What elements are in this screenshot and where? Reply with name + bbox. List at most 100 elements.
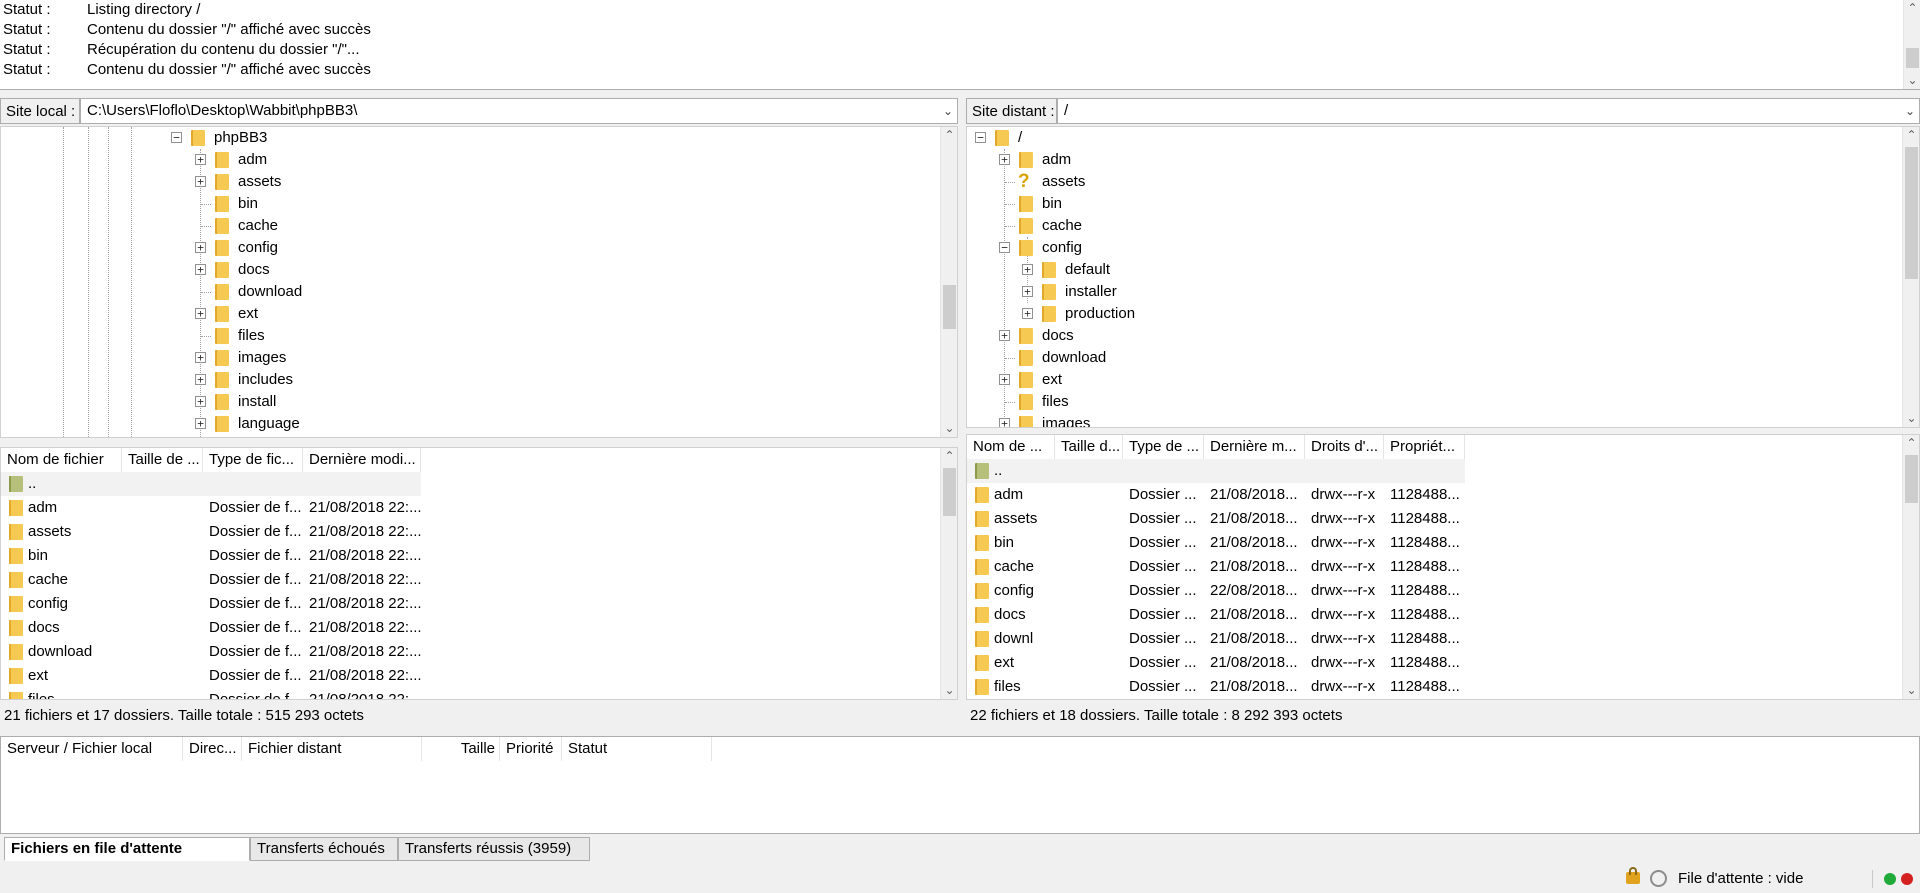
column-header[interactable]: Propriét... xyxy=(1384,435,1465,459)
list-item[interactable]: cache Dossier ... 21/08/2018... drwx---r-x 1… xyxy=(967,555,1465,579)
remote-path-input[interactable]: / ⌄ xyxy=(1057,98,1920,124)
tree-node-cache[interactable]: cache xyxy=(967,215,1867,237)
scroll-up-arrow-icon[interactable]: ⌃ xyxy=(1904,0,1920,17)
column-header[interactable]: Taille xyxy=(422,737,500,761)
expand-icon[interactable]: + xyxy=(999,330,1010,341)
list-item[interactable]: docs Dossier ... 21/08/2018... drwx---r-x 11… xyxy=(967,603,1465,627)
tree-node-installer[interactable]: + installer xyxy=(967,281,1867,303)
tree-node-bin[interactable]: bin xyxy=(967,193,1867,215)
list-item[interactable]: bin Dossier ... 21/08/2018... drwx---r-x 112… xyxy=(967,531,1465,555)
chevron-down-icon[interactable]: ⌄ xyxy=(1905,99,1915,123)
queue-tab-2[interactable]: Transferts échoués xyxy=(250,837,398,861)
list-item[interactable]: docs Dossier de f... 21/08/2018 22:... xyxy=(1,616,421,640)
column-header[interactable]: Droits d'... xyxy=(1305,435,1384,459)
column-header[interactable]: Nom de fichier xyxy=(1,448,122,472)
tree-node-root[interactable]: − / xyxy=(967,127,1867,149)
tree-node-assets[interactable]: ? assets xyxy=(967,171,1867,193)
tree-node-ext[interactable]: + ext xyxy=(1,303,901,325)
remote-tree-scrollbar[interactable]: ⌃ ⌄ xyxy=(1902,127,1919,427)
tree-node-production[interactable]: + production xyxy=(967,303,1867,325)
local-path-input[interactable]: C:\Users\Floflo\Desktop\Wabbit\phpBB3\ ⌄ xyxy=(80,98,958,124)
expand-icon[interactable]: + xyxy=(195,374,206,385)
scroll-down-arrow-icon[interactable]: ⌄ xyxy=(1903,682,1919,699)
list-item[interactable]: .. xyxy=(1,472,421,496)
transfer-queue[interactable]: Serveur / Fichier local Direc... Fichier d… xyxy=(0,736,1920,834)
list-item[interactable]: config Dossier ... 22/08/2018... drwx---r-x… xyxy=(967,579,1465,603)
local-directory-tree[interactable]: ⌃ ⌄ − phpBB3 + adm + assets bin cache + config + do… xyxy=(0,126,958,438)
local-file-list[interactable]: Nom de fichier Taille de ... Type de fic..… xyxy=(0,447,958,700)
column-header[interactable]: Serveur / Fichier local xyxy=(1,737,183,761)
scroll-up-arrow-icon[interactable]: ⌃ xyxy=(1903,435,1919,452)
scroll-thumb[interactable] xyxy=(943,285,956,329)
list-item[interactable]: adm Dossier de f... 21/08/2018 22:... xyxy=(1,496,421,520)
expand-icon[interactable]: + xyxy=(195,264,206,275)
scroll-thumb[interactable] xyxy=(1906,48,1919,68)
tree-node-config[interactable]: + config xyxy=(1,237,901,259)
queue-tab-1[interactable]: Fichiers en file d'attente xyxy=(4,837,250,861)
collapse-icon[interactable]: − xyxy=(975,132,986,143)
scroll-thumb[interactable] xyxy=(1905,147,1918,279)
scroll-up-arrow-icon[interactable]: ⌃ xyxy=(1903,127,1919,144)
column-header[interactable]: Fichier distant xyxy=(242,737,422,761)
chevron-down-icon[interactable]: ⌄ xyxy=(943,99,953,123)
tree-node-docs[interactable]: + docs xyxy=(1,259,901,281)
list-item[interactable]: ext Dossier de f... 21/08/2018 22:... xyxy=(1,664,421,688)
tree-node-ext[interactable]: + ext xyxy=(967,369,1867,391)
tree-node-cache[interactable]: cache xyxy=(1,215,901,237)
list-item[interactable]: .. xyxy=(967,459,1465,483)
scroll-thumb[interactable] xyxy=(1905,455,1918,503)
list-item[interactable]: assets Dossier ... 21/08/2018... drwx---r-x… xyxy=(967,507,1465,531)
list-item[interactable]: ext Dossier ... 21/08/2018... drwx---r-x 112… xyxy=(967,651,1465,675)
column-header[interactable]: Statut xyxy=(562,737,712,761)
expand-icon[interactable]: + xyxy=(999,418,1010,427)
local-list-scrollbar[interactable]: ⌃ ⌄ xyxy=(940,448,957,699)
expand-icon[interactable]: + xyxy=(1022,264,1033,275)
column-header[interactable]: Taille de ... xyxy=(122,448,203,472)
tree-node-files[interactable]: files xyxy=(1,325,901,347)
collapse-icon[interactable]: − xyxy=(999,242,1010,253)
scroll-up-arrow-icon[interactable]: ⌃ xyxy=(941,448,957,465)
column-header[interactable]: Type de fic... xyxy=(203,448,303,472)
list-item[interactable]: files Dossier de f... 21/08/2018 22:... xyxy=(1,688,421,699)
remote-file-list[interactable]: Nom de ... Taille d... Type de ... Dernière… xyxy=(966,434,1920,700)
tree-node-assets[interactable]: + assets xyxy=(1,171,901,193)
expand-icon[interactable]: + xyxy=(195,396,206,407)
list-item[interactable]: downl Dossier ... 21/08/2018... drwx---r-x 1… xyxy=(967,627,1465,651)
column-header[interactable]: Dernière m... xyxy=(1204,435,1305,459)
tree-node-download[interactable]: download xyxy=(1,281,901,303)
expand-icon[interactable]: + xyxy=(1022,308,1033,319)
column-header[interactable]: Priorité xyxy=(500,737,562,761)
tree-node-includes[interactable]: + includes xyxy=(1,369,901,391)
list-item[interactable]: assets Dossier de f... 21/08/2018 22:... xyxy=(1,520,421,544)
expand-icon[interactable]: + xyxy=(195,154,206,165)
tree-node-adm[interactable]: + adm xyxy=(1,149,901,171)
expand-icon[interactable]: + xyxy=(195,176,206,187)
list-item[interactable]: config Dossier de f... 21/08/2018 22:... xyxy=(1,592,421,616)
column-header[interactable]: Dernière modi... xyxy=(303,448,421,472)
expand-icon[interactable]: + xyxy=(195,418,206,429)
expand-icon[interactable]: + xyxy=(195,352,206,363)
scroll-down-arrow-icon[interactable]: ⌄ xyxy=(1904,72,1920,89)
list-item[interactable]: adm Dossier ... 21/08/2018... drwx---r-x 112… xyxy=(967,483,1465,507)
tree-node-adm[interactable]: + adm xyxy=(967,149,1867,171)
column-header[interactable]: Taille d... xyxy=(1055,435,1123,459)
list-item[interactable]: download Dossier de f... 21/08/2018 22:... xyxy=(1,640,421,664)
scroll-down-arrow-icon[interactable]: ⌄ xyxy=(1903,410,1919,427)
tree-node-docs[interactable]: + docs xyxy=(967,325,1867,347)
tree-node-download[interactable]: download xyxy=(967,347,1867,369)
tree-node-bin[interactable]: bin xyxy=(1,193,901,215)
remote-list-scrollbar[interactable]: ⌃ ⌄ xyxy=(1902,435,1919,699)
list-item[interactable]: cache Dossier de f... 21/08/2018 22:... xyxy=(1,568,421,592)
queue-tab-3[interactable]: Transferts réussis (3959) xyxy=(398,837,590,861)
tree-node-files[interactable]: files xyxy=(967,391,1867,413)
column-header[interactable]: Type de ... xyxy=(1123,435,1204,459)
expand-icon[interactable]: + xyxy=(195,242,206,253)
speed-limit-icon[interactable] xyxy=(1650,870,1667,887)
expand-icon[interactable]: + xyxy=(195,308,206,319)
scroll-up-arrow-icon[interactable]: ⌃ xyxy=(941,127,957,144)
scroll-thumb[interactable] xyxy=(943,468,956,516)
column-header[interactable]: Direc... xyxy=(183,737,242,761)
expand-icon[interactable]: + xyxy=(1022,286,1033,297)
collapse-icon[interactable]: − xyxy=(171,132,182,143)
tree-node-config[interactable]: − config xyxy=(967,237,1867,259)
